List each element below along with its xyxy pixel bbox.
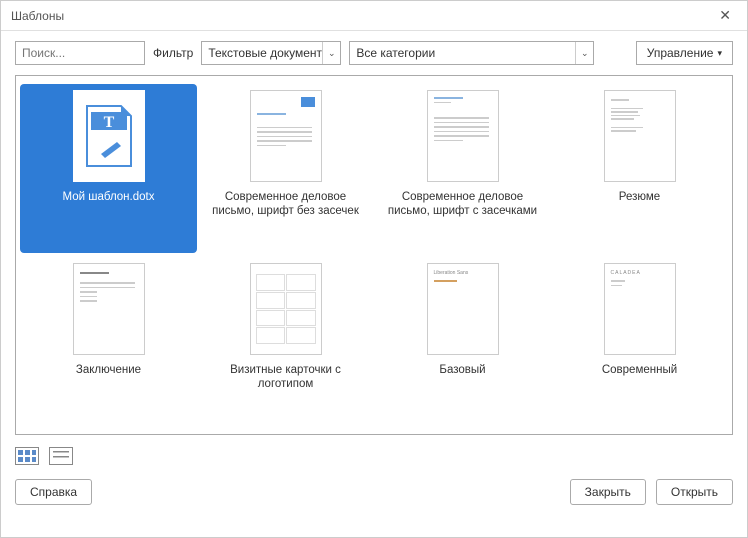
thumbnail-view-button[interactable] — [15, 447, 39, 465]
view-mode-row — [1, 435, 747, 465]
template-thumbnail — [250, 263, 322, 355]
template-tile[interactable]: Liberation Sans Базовый — [374, 257, 551, 426]
template-tile[interactable]: Современное деловое письмо, шрифт без за… — [197, 84, 374, 253]
help-label: Справка — [30, 485, 77, 499]
titlebar: Шаблоны ✕ — [1, 1, 747, 31]
template-label: Базовый — [439, 363, 485, 377]
template-file-icon: T — [83, 104, 135, 168]
template-label: Современное деловое письмо, шрифт с засе… — [383, 190, 543, 219]
template-gallery-frame: T Мой шаблон.dotx Современное деловое пи… — [15, 75, 733, 435]
manage-label: Управление — [647, 46, 714, 60]
close-icon[interactable]: ✕ — [713, 3, 737, 28]
template-tile[interactable]: Заключение — [20, 257, 197, 426]
filter-label: Фильтр — [153, 46, 193, 60]
template-thumbnail — [73, 263, 145, 355]
template-thumbnail — [250, 90, 322, 182]
template-label: Резюме — [619, 190, 660, 204]
template-label: Мой шаблон.dotx — [63, 190, 155, 204]
template-tile[interactable]: Визитные карточки с логотипом — [197, 257, 374, 426]
template-thumbnail: T — [73, 90, 145, 182]
list-view-button[interactable] — [49, 447, 73, 465]
template-tile[interactable]: T Мой шаблон.dotx — [20, 84, 197, 253]
template-gallery[interactable]: T Мой шаблон.dotx Современное деловое пи… — [16, 76, 732, 434]
search-input[interactable] — [15, 41, 145, 65]
toolbar: Фильтр Текстовые документы ⌄ Все категор… — [1, 31, 747, 75]
filter-value: Текстовые документы — [202, 42, 322, 64]
template-thumbnail — [427, 90, 499, 182]
chevron-down-icon[interactable]: ⌄ — [575, 42, 593, 64]
template-tile[interactable]: Резюме — [551, 84, 728, 253]
template-tile[interactable]: CALADEA Современный — [551, 257, 728, 426]
filter-select[interactable]: Текстовые документы ⌄ — [201, 41, 341, 65]
close-label: Закрыть — [585, 485, 631, 499]
category-value: Все категории — [350, 42, 575, 64]
template-label: Современный — [602, 363, 677, 377]
template-label: Визитные карточки с логотипом — [206, 363, 366, 392]
help-button[interactable]: Справка — [15, 479, 92, 505]
window-title: Шаблоны — [11, 9, 64, 23]
open-label: Открыть — [671, 485, 718, 499]
template-label: Современное деловое письмо, шрифт без за… — [206, 190, 366, 219]
template-thumbnail: Liberation Sans — [427, 263, 499, 355]
template-thumbnail: CALADEA — [604, 263, 676, 355]
open-button[interactable]: Открыть — [656, 479, 733, 505]
template-thumbnail — [604, 90, 676, 182]
svg-text:T: T — [103, 114, 114, 131]
footer: Справка Закрыть Открыть — [1, 465, 747, 519]
chevron-down-icon[interactable]: ⌄ — [322, 42, 340, 64]
template-label: Заключение — [76, 363, 141, 377]
chevron-down-icon: ▾ — [717, 48, 722, 59]
category-select[interactable]: Все категории ⌄ — [349, 41, 594, 65]
template-tile[interactable]: Современное деловое письмо, шрифт с засе… — [374, 84, 551, 253]
manage-button[interactable]: Управление ▾ — [636, 41, 733, 65]
close-button[interactable]: Закрыть — [570, 479, 646, 505]
